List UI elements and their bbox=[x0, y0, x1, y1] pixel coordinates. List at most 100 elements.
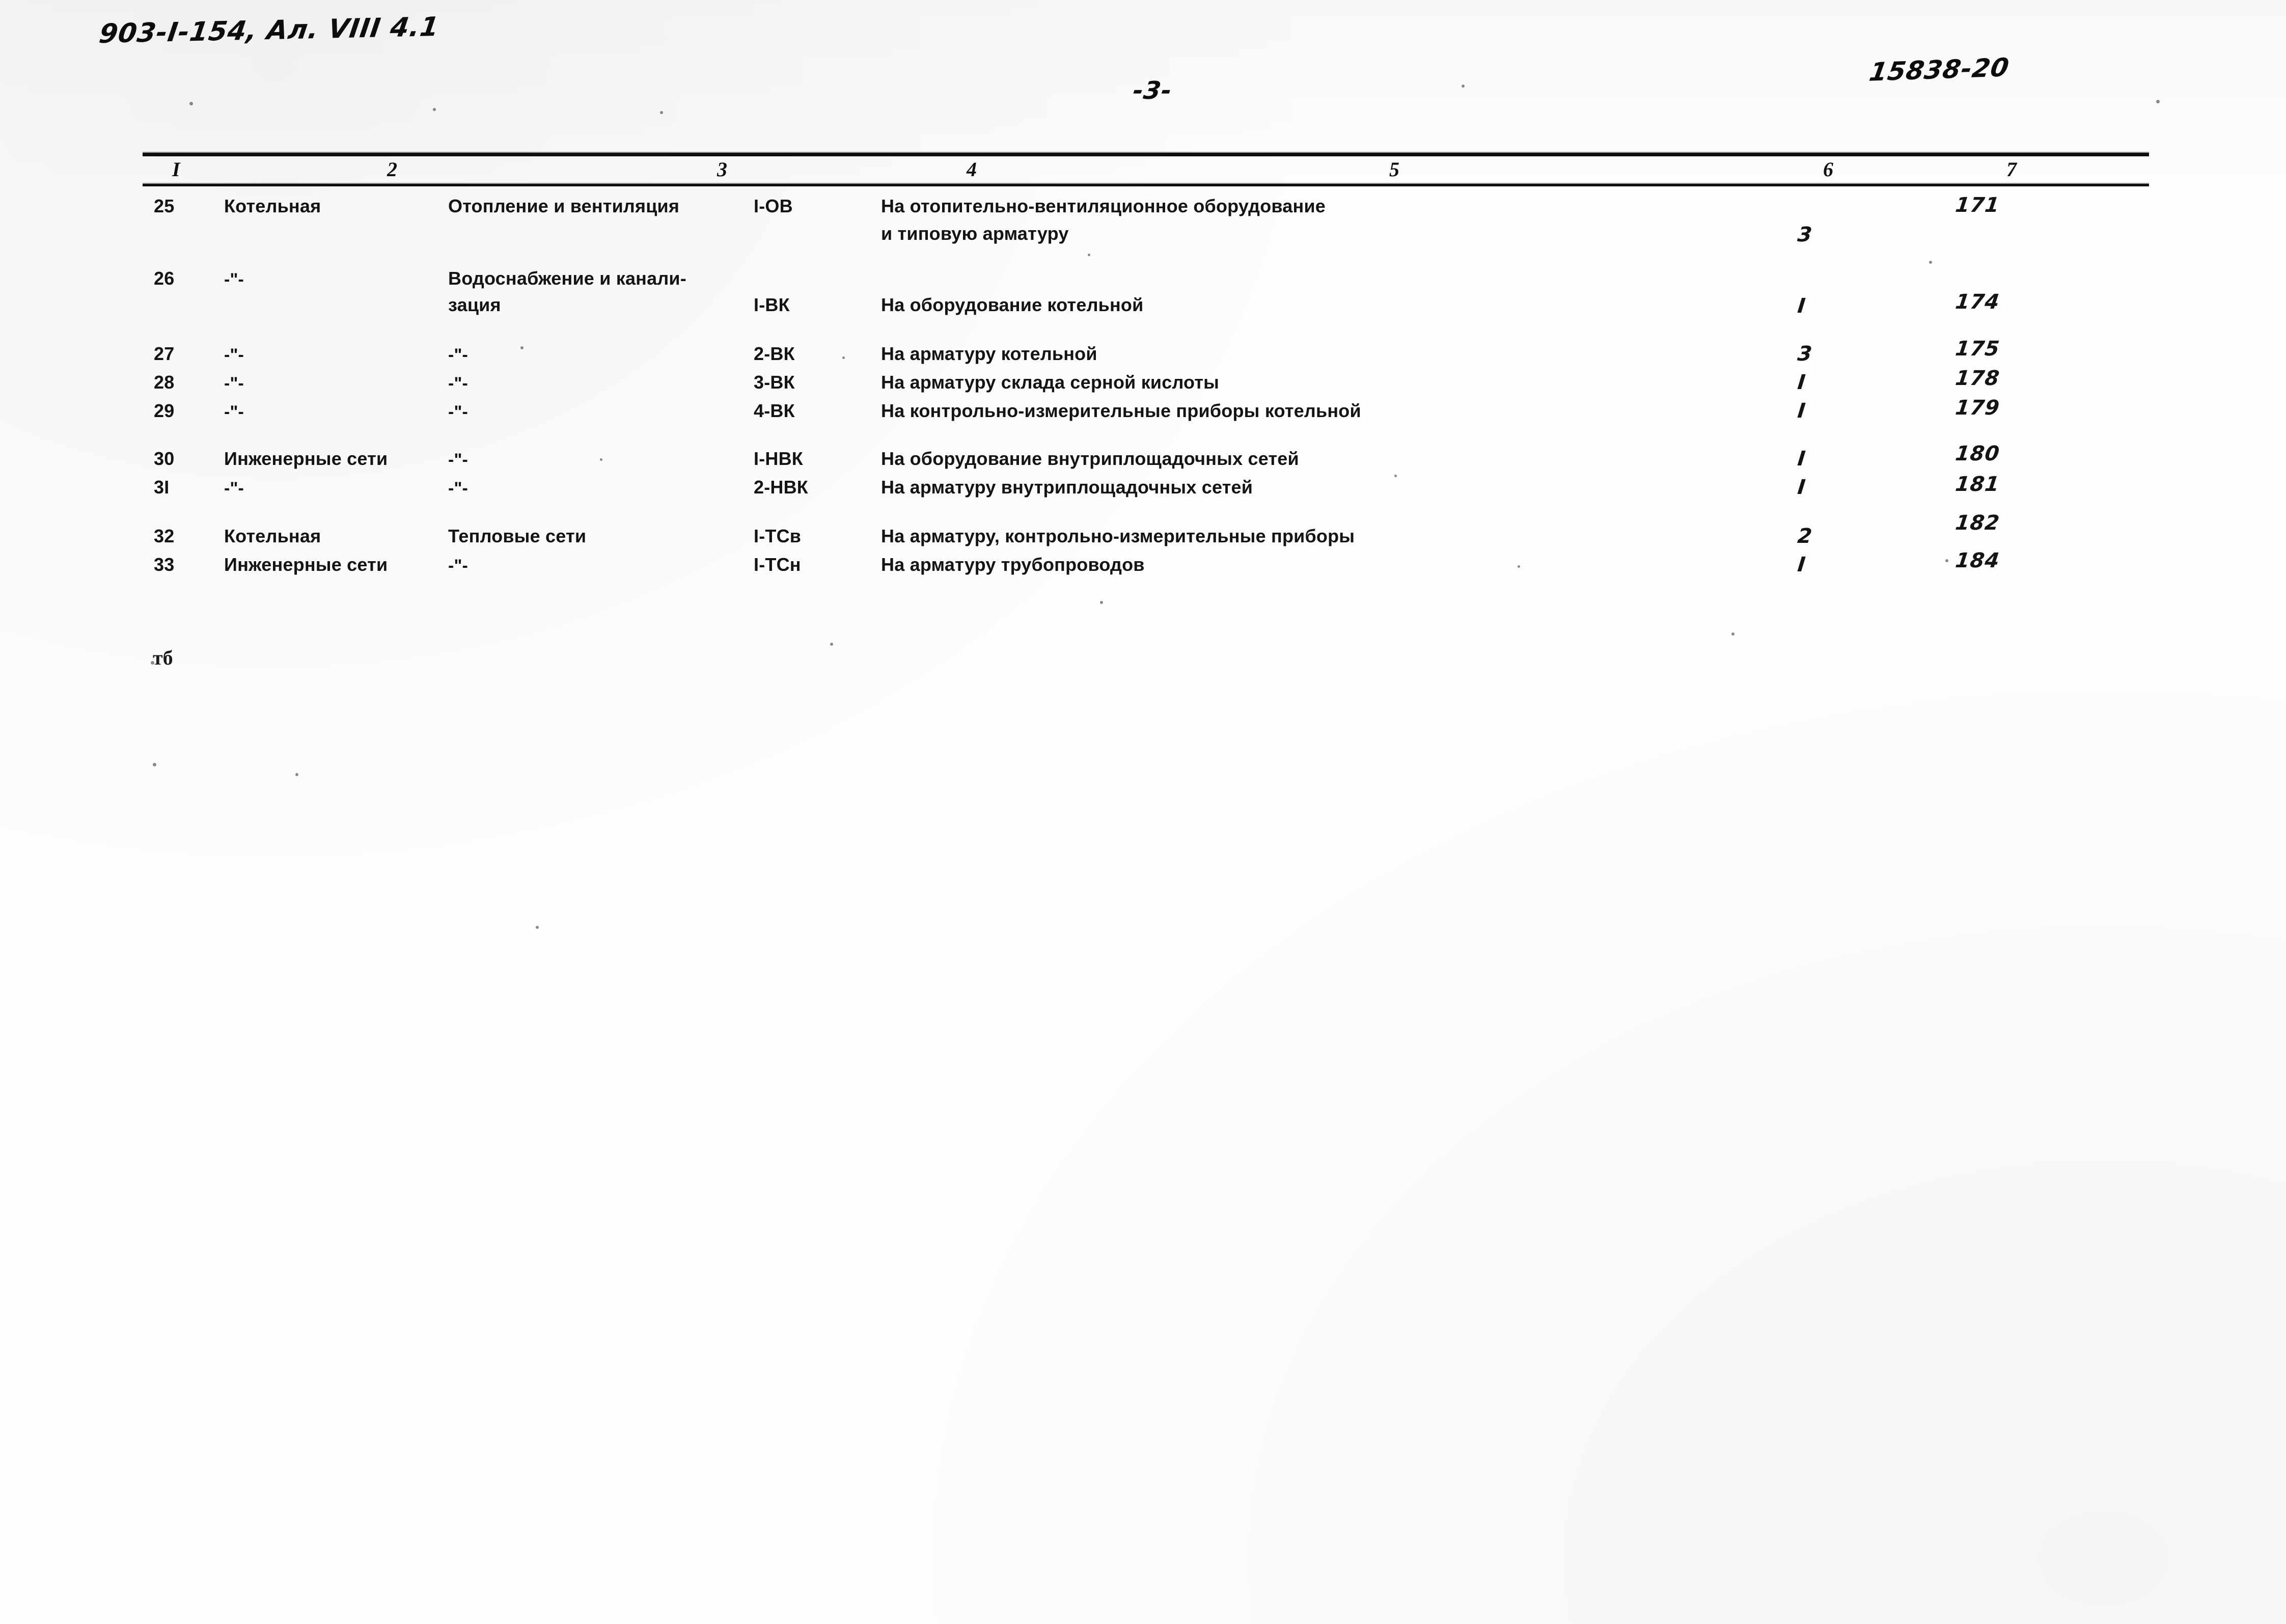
row-code: 2-НВК bbox=[754, 477, 808, 498]
table-row: 28 -"- -"- 3-ВК На арматуру склада серно… bbox=[143, 367, 2149, 400]
table-row: 29 -"- -"- 4-ВК На контрольно-измеритель… bbox=[143, 396, 2149, 448]
row-section-line2: зация bbox=[448, 294, 501, 315]
column-header-5: 5 bbox=[1389, 158, 1399, 181]
row-page: 181 bbox=[1954, 473, 2037, 496]
row-quantity-value: 3 bbox=[1796, 223, 1813, 246]
row-page: 182 bbox=[1954, 511, 2037, 535]
row-code: I-НВК bbox=[754, 448, 803, 469]
scan-speck bbox=[536, 926, 539, 929]
row-page: 180 bbox=[1954, 442, 2037, 465]
table-row: 26 -"- Водоснабжение и канали- зация I-В… bbox=[143, 268, 2149, 343]
row-section: -"- bbox=[448, 450, 468, 470]
scan-speck bbox=[830, 643, 833, 646]
row-section: Водоснабжение и канали- bbox=[448, 268, 686, 289]
scan-speck bbox=[600, 458, 602, 461]
scan-speck bbox=[1518, 565, 1520, 568]
row-quantity-value: I bbox=[1796, 447, 1807, 471]
table-row: 33 Инженерные сети -"- I-ТСн На арматуру… bbox=[143, 549, 2149, 585]
scan-speck bbox=[660, 111, 663, 114]
row-page-value: 180 bbox=[1954, 442, 2001, 465]
row-page-value: 174 bbox=[1954, 290, 2001, 314]
scan-speck bbox=[520, 346, 524, 349]
row-number: 33 bbox=[154, 554, 175, 575]
row-title-line1: На арматуру котельной bbox=[881, 343, 1097, 364]
row-page: 178 bbox=[1954, 367, 2037, 390]
row-object: Котельная bbox=[224, 526, 321, 546]
row-quantity: I bbox=[1796, 553, 1843, 576]
table-header-row: I 2 3 4 5 6 7 bbox=[143, 156, 2149, 184]
row-title-line1: На арматуру, контрольно-измерительные пр… bbox=[881, 526, 1355, 546]
row-code: I-ТСв bbox=[754, 526, 802, 546]
row-page: 184 bbox=[1954, 549, 2037, 572]
row-number: 3I bbox=[154, 477, 170, 498]
column-header-3: 3 bbox=[717, 158, 727, 181]
row-page: 174 bbox=[1954, 290, 2037, 314]
row-title-line1: На оборудование котельной bbox=[881, 294, 1144, 315]
row-number: 25 bbox=[154, 196, 175, 216]
row-page-value: 175 bbox=[1954, 337, 2001, 361]
row-number: 26 bbox=[154, 268, 175, 289]
scan-speck bbox=[151, 661, 154, 665]
row-page-value: 178 bbox=[1954, 367, 2001, 390]
scan-speck bbox=[433, 108, 436, 111]
row-title-line1: На оборудование внутриплощадочных сетей bbox=[881, 448, 1299, 469]
row-quantity: I bbox=[1796, 294, 1843, 318]
row-quantity-value: I bbox=[1796, 476, 1807, 499]
scan-speck bbox=[1945, 559, 1948, 562]
row-section: Тепловые сети bbox=[448, 526, 587, 546]
row-quantity-value: 3 bbox=[1796, 342, 1813, 366]
handwritten-drawing-code: 903-I-154, Ал. VIII 4.1 bbox=[97, 12, 442, 49]
row-object: -"- bbox=[224, 345, 244, 365]
row-quantity: I bbox=[1796, 371, 1843, 394]
row-page: 175 bbox=[1954, 337, 2037, 361]
row-code: I-ОВ bbox=[754, 196, 793, 216]
row-code: 4-ВК bbox=[754, 400, 795, 421]
row-code: I-ТСн bbox=[754, 554, 801, 575]
scan-speck bbox=[1088, 254, 1090, 256]
stray-margin-mark: тб bbox=[153, 646, 173, 669]
row-section: -"- bbox=[448, 374, 468, 393]
row-title-line1: На отопительно-вентиляционное оборудован… bbox=[881, 196, 1326, 216]
row-quantity: 2 bbox=[1796, 525, 1843, 548]
row-title-line1: На контрольно-измерительные приборы коте… bbox=[881, 400, 1361, 421]
row-quantity-value: 2 bbox=[1796, 525, 1813, 548]
column-header-7: 7 bbox=[2006, 158, 2017, 181]
scan-speck bbox=[2156, 100, 2160, 103]
row-title-line1: На арматуру склада серной кислоты bbox=[881, 372, 1220, 393]
column-header-2: 2 bbox=[387, 158, 397, 181]
row-object: -"- bbox=[224, 402, 244, 422]
row-object: -"- bbox=[224, 374, 244, 393]
column-header-1: I bbox=[172, 158, 180, 181]
row-quantity-value: I bbox=[1796, 553, 1807, 576]
table-top-rule bbox=[143, 152, 2149, 156]
table-row: 3I -"- -"- 2-НВК На арматуру внутриплоща… bbox=[143, 473, 2149, 526]
scan-speck bbox=[189, 102, 193, 105]
row-page-value: 181 bbox=[1954, 473, 2001, 496]
row-section: -"- bbox=[448, 479, 468, 498]
scan-speck bbox=[1394, 475, 1397, 477]
row-code: 3-ВК bbox=[754, 372, 795, 393]
row-quantity: 3 bbox=[1796, 342, 1843, 366]
table-row: 25 Котельная Отопление и вентиляция I-ОВ… bbox=[143, 194, 2149, 268]
row-section: -"- bbox=[448, 402, 468, 422]
scan-speck bbox=[1462, 85, 1465, 88]
scan-speck bbox=[1731, 632, 1734, 636]
row-section: -"- bbox=[448, 345, 468, 365]
row-number: 28 bbox=[154, 372, 175, 393]
row-object: -"- bbox=[224, 270, 244, 289]
row-quantity-value: I bbox=[1796, 294, 1807, 318]
row-number: 27 bbox=[154, 343, 175, 364]
row-page-value: 179 bbox=[1954, 396, 2001, 420]
scan-speck bbox=[1929, 261, 1932, 264]
table-body: 25 Котельная Отопление и вентиляция I-ОВ… bbox=[143, 186, 2149, 585]
row-quantity-value: I bbox=[1796, 371, 1807, 394]
row-number: 30 bbox=[154, 448, 175, 469]
row-object: Котельная bbox=[224, 196, 321, 216]
column-header-4: 4 bbox=[967, 158, 977, 181]
row-number: 32 bbox=[154, 526, 175, 546]
handwritten-archive-number: 15838-20 bbox=[1867, 52, 2012, 87]
row-quantity-value: I bbox=[1796, 399, 1807, 423]
table-row: 30 Инженерные сети -"- I-НВК На оборудов… bbox=[143, 442, 2149, 477]
row-page-value: 182 bbox=[1954, 511, 2001, 535]
row-section: -"- bbox=[448, 556, 468, 575]
